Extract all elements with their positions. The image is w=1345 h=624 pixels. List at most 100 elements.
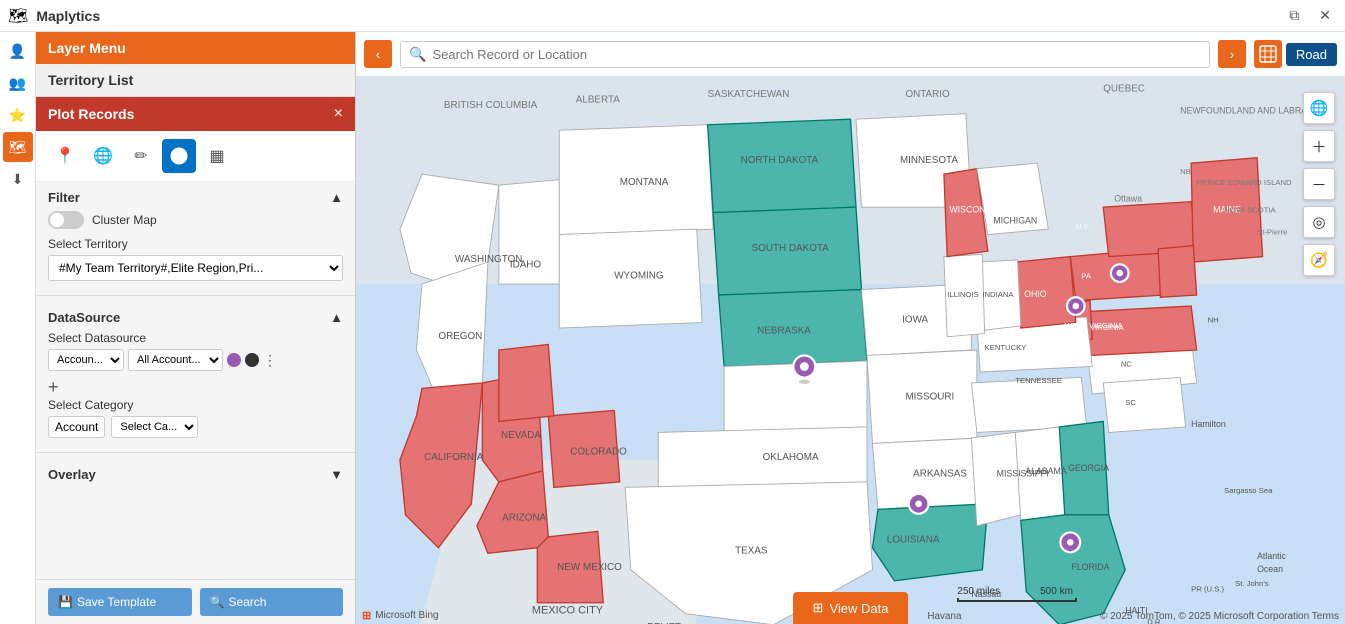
copyright-bar: 250 miles 500 km © 2025 TomTom, © 2025 M… — [961, 604, 1345, 624]
label-ottawa: Ottawa — [1114, 194, 1142, 204]
rail-download-button[interactable]: ⬇ — [3, 164, 33, 194]
filter-label: Filter — [48, 190, 80, 205]
table-button[interactable]: ▦ — [200, 139, 234, 173]
label-pe: PRINCE EDWARD ISLAND — [1197, 178, 1292, 187]
view-data-button[interactable]: ⊞ View Data — [793, 592, 909, 624]
nav-right-button[interactable]: › — [1218, 40, 1246, 68]
road-button[interactable]: Road — [1286, 43, 1337, 66]
bottom-buttons: 💾 Save Template 🔍 Search — [36, 579, 355, 624]
search-button[interactable]: 🔍 Search — [200, 588, 344, 616]
category-account-text: Account — [48, 416, 105, 438]
region-button[interactable]: 🌐 — [86, 139, 120, 173]
location-pin-button[interactable]: 📍 — [48, 139, 82, 173]
plot-records-header: Plot Records × — [36, 97, 355, 131]
plot-records-close-button[interactable]: × — [334, 105, 343, 123]
label-va: VIRGINIA — [1090, 323, 1125, 332]
label-nc: NC — [1121, 359, 1133, 368]
label-st-pierre: St-Pierre — [1257, 228, 1287, 237]
globe-button[interactable]: 🌐 — [1303, 92, 1335, 124]
label-quebec: QUEBEC — [1103, 84, 1145, 95]
label-alberta: ALBERTA — [576, 95, 621, 106]
label-california: CALIFORNIA — [424, 452, 484, 463]
filter-section-header[interactable]: Filter ▲ — [48, 190, 343, 205]
label-british-columbia: BRITISH COLUMBIA — [444, 100, 538, 111]
zoom-in-button[interactable]: ＋ — [1303, 130, 1335, 162]
select-datasource-label: Select Datasource — [48, 331, 343, 345]
label-north-dakota: NORTH DAKOTA — [741, 155, 819, 166]
label-tennessee: TENNESSEE — [1015, 376, 1062, 385]
save-template-label: Save Template — [77, 595, 156, 609]
pencil-button[interactable]: ✏ — [124, 139, 158, 173]
cluster-icon — [169, 146, 189, 166]
map-pin-4 — [909, 494, 929, 514]
layer-menu-label: Layer Menu — [48, 40, 126, 56]
side-panel: Layer Menu Territory List Plot Records ×… — [36, 32, 356, 624]
cluster-map-toggle[interactable] — [48, 211, 84, 229]
map-pin-2 — [1067, 297, 1085, 315]
label-florida: FLORIDA — [1071, 562, 1109, 572]
label-sargasso: Sargasso Sea — [1224, 486, 1273, 495]
save-template-button[interactable]: 💾 Save Template — [48, 588, 192, 616]
map-type-icon-box — [1254, 40, 1282, 68]
copyright-text: © 2025 TomTom, © 2025 Microsoft Corporat… — [1100, 611, 1339, 622]
label-nebraska: NEBRASKA — [757, 326, 811, 337]
main-area: 👤 👥 ⭐ 🗺 ⬇ Layer Menu Territory List Plot… — [0, 32, 1345, 624]
label-pr: PR (U.S.) — [1191, 585, 1224, 594]
label-ocean: Ocean — [1257, 564, 1283, 574]
rail-star-button[interactable]: ⭐ — [3, 100, 33, 130]
cluster-button[interactable] — [162, 139, 196, 173]
title-bar: 🗺 Maplytics ⧉ ✕ — [0, 0, 1345, 32]
title-bar-left: 🗺 Maplytics — [8, 6, 100, 26]
more-options-button[interactable]: ⋮ — [263, 352, 277, 369]
datasource-section-header[interactable]: DataSource ▲ — [48, 310, 343, 325]
label-montana: MONTANA — [620, 177, 669, 188]
map-search-input[interactable] — [432, 47, 1200, 62]
label-idaho: IDAHO — [510, 260, 542, 271]
add-datasource-button[interactable]: + — [48, 377, 59, 398]
label-wyoming: WYOMING — [614, 271, 663, 282]
compass-button[interactable]: 🧭 — [1303, 244, 1335, 276]
select-territory-label: Select Territory — [48, 237, 343, 251]
view-data-bar: ⊞ View Data — [793, 592, 909, 624]
map-search-icon: 🔍 — [409, 46, 426, 63]
view-data-label: View Data — [829, 601, 888, 616]
rail-group-button[interactable]: 👥 — [3, 68, 33, 98]
label-iowa: IOWA — [902, 315, 928, 326]
category-select-dropdown[interactable]: Select Ca... — [111, 416, 198, 438]
datasource-entity-select[interactable]: Accoun... — [48, 349, 124, 371]
bing-logo-icon: ⊞ — [362, 609, 371, 622]
save-icon: 💾 — [58, 595, 73, 609]
state-mississippi — [971, 432, 1020, 525]
map-pin-3 — [1111, 264, 1129, 282]
bing-label: Microsoft Bing — [375, 610, 438, 621]
zoom-out-button[interactable]: － — [1303, 168, 1335, 200]
map-area: ‹ 🔍 › Road — [356, 32, 1345, 624]
minimize-button[interactable]: ⧉ — [1283, 5, 1305, 26]
color-dot-purple — [227, 353, 241, 367]
nav-left-button[interactable]: ‹ — [364, 40, 392, 68]
label-alabama: ALABAMA — [1025, 466, 1067, 476]
datasource-label: DataSource — [48, 310, 120, 325]
location-button[interactable]: ◎ — [1303, 206, 1335, 238]
label-mexico: MEXICO CITY — [532, 605, 604, 617]
plot-records-icon-row: 📍 🌐 ✏ ▦ — [36, 131, 355, 182]
map-search-bar: 🔍 — [400, 41, 1210, 68]
close-button[interactable]: ✕ — [1313, 5, 1337, 26]
label-wisconsin: WISCONSIN — [949, 205, 1000, 215]
rail-person-button[interactable]: 👤 — [3, 36, 33, 66]
overlay-section-header[interactable]: Overlay ▼ — [48, 467, 343, 482]
map-toolbar: ‹ 🔍 › Road — [356, 32, 1345, 76]
section-divider-2 — [36, 452, 355, 453]
cluster-map-label: Cluster Map — [92, 213, 157, 227]
view-data-icon: ⊞ — [813, 600, 824, 616]
scale-km-label: 500 km — [1040, 586, 1073, 597]
label-colorado: COLORADO — [570, 446, 627, 457]
datasource-view-select[interactable]: All Account... — [128, 349, 223, 371]
select-territory-dropdown[interactable]: #My Team Territory#,Elite Region,Pri... … — [48, 255, 343, 281]
color-dot-dark — [245, 353, 259, 367]
scale-line — [957, 598, 1077, 602]
label-michigan: MICHIGAN — [993, 216, 1037, 226]
rail-map-button[interactable]: 🗺 — [3, 132, 33, 162]
label-new-mexico: NEW MEXICO — [557, 562, 622, 573]
app-title: Maplytics — [36, 8, 100, 24]
